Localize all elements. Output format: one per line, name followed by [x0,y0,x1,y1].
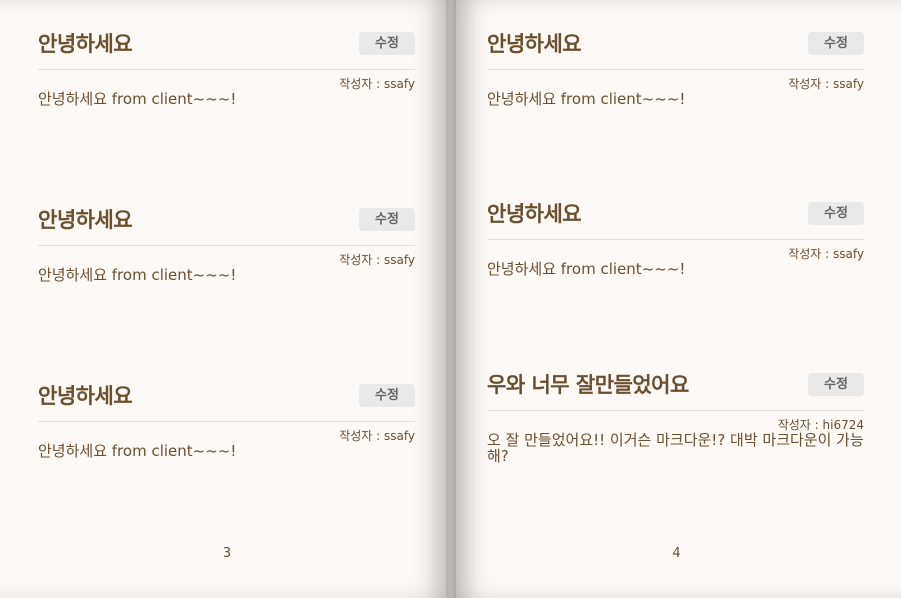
post-header: 안녕하세요 수정 [38,31,415,70]
post-title: 안녕하세요 [487,202,582,226]
edit-button[interactable]: 수정 [808,202,864,225]
post-body: 안녕하세요 from client~~~! [38,90,237,108]
post-body: 안녕하세요 from client~~~! [38,442,237,460]
author-prefix: 작성자 : [339,429,385,443]
post-card: 안녕하세요 수정 작성자 : ssafy 안녕하세요 from client~~… [487,31,864,107]
post-header: 안녕하세요 수정 [38,207,415,246]
post-header: 안녕하세요 수정 [487,201,864,240]
author-name: ssafy [384,429,415,443]
post-body: 오 잘 만들었어요!! 이거슨 마크다운!? 대박 마크다운이 가능해? [487,431,864,465]
post-header: 안녕하세요 수정 [487,31,864,70]
author-prefix: 작성자 : [339,77,385,91]
edit-button[interactable]: 수정 [808,373,864,396]
post-title: 안녕하세요 [38,384,133,408]
edit-button[interactable]: 수정 [359,32,415,55]
post-title: 안녕하세요 [38,32,133,56]
author-prefix: 작성자 : [777,418,823,432]
post-body: 안녕하세요 from client~~~! [487,90,686,108]
post-card: 안녕하세요 수정 작성자 : ssafy 안녕하세요 from client~~… [38,207,415,283]
author-prefix: 작성자 : [788,77,834,91]
post-title: 우와 너무 잘만들었어요 [487,373,689,397]
guestbook: 안녕하세요 수정 작성자 : ssafy 안녕하세요 from client~~… [0,0,901,598]
post-card: 안녕하세요 수정 작성자 : ssafy 안녕하세요 from client~~… [38,31,415,107]
edit-button[interactable]: 수정 [808,32,864,55]
post-header: 안녕하세요 수정 [38,383,415,422]
page-number-label: 4 [672,546,681,561]
author-name: hi6724 [822,418,864,432]
left-page: 안녕하세요 수정 작성자 : ssafy 안녕하세요 from client~~… [0,0,450,598]
author-name: ssafy [384,77,415,91]
post-body: 안녕하세요 from client~~~! [38,266,237,284]
post-title: 안녕하세요 [38,208,133,232]
author-name: ssafy [384,253,415,267]
author-prefix: 작성자 : [339,253,385,267]
right-page: 안녕하세요 수정 작성자 : ssafy 안녕하세요 from client~~… [450,0,901,598]
edit-button[interactable]: 수정 [359,384,415,407]
author-name: ssafy [833,77,864,91]
post-card: 우와 너무 잘만들었어요 수정 작성자 : hi6724 오 잘 만들었어요!!… [487,372,864,464]
post-card: 안녕하세요 수정 작성자 : ssafy 안녕하세요 from client~~… [487,201,864,277]
post-body: 안녕하세요 from client~~~! [487,260,686,278]
author-prefix: 작성자 : [788,247,834,261]
page-number: 4 [450,546,901,561]
author-name: ssafy [833,247,864,261]
page-number: 3 [0,546,450,561]
page-number-label: 3 [222,546,232,561]
edit-button[interactable]: 수정 [359,208,415,231]
post-card: 안녕하세요 수정 작성자 : ssafy 안녕하세요 from client~~… [38,383,415,459]
post-header: 우와 너무 잘만들었어요 수정 [487,372,864,411]
post-title: 안녕하세요 [487,32,582,56]
